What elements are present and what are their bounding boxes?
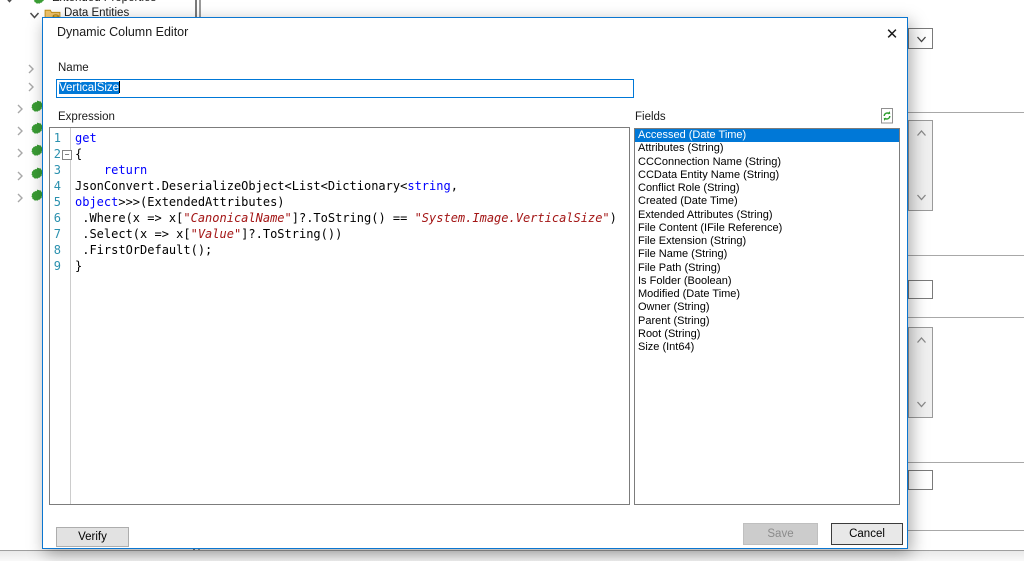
chevron-down-icon[interactable]	[4, 0, 15, 5]
field-list-item[interactable]: Created (Date Time)	[635, 195, 899, 208]
splitter[interactable]	[199, 0, 201, 17]
text-field[interactable]	[908, 280, 933, 299]
chevron-right-icon[interactable]	[15, 193, 25, 203]
code-line: 8 .FirstOrDefault();	[50, 242, 629, 258]
tree-item-label[interactable]: Extended Properties	[52, 0, 156, 4]
field-list-item[interactable]: Attributes (String)	[635, 142, 899, 155]
field-list-item[interactable]: Parent (String)	[635, 315, 899, 328]
code-line: 4JsonConvert.DeserializeObject<List<Dict…	[50, 178, 629, 194]
refresh-fields-button[interactable]	[878, 107, 896, 125]
code-line: 1get	[50, 130, 629, 146]
field-list-item[interactable]: Size (Int64)	[635, 341, 899, 354]
background-band	[0, 551, 1024, 561]
field-list-item[interactable]: File Extension (String)	[635, 235, 899, 248]
chevron-right-icon[interactable]	[15, 126, 25, 136]
fold-collapse-icon[interactable]: −	[62, 150, 72, 160]
dialog-title: Dynamic Column Editor	[57, 25, 188, 39]
fields-listbox[interactable]: Accessed (Date Time)Attributes (String)C…	[634, 128, 900, 505]
expression-editor[interactable]: 1get2−{3 return4JsonConvert.DeserializeO…	[49, 127, 630, 505]
code-line: 5object>>>(ExtendedAttributes)	[50, 194, 629, 210]
close-icon[interactable]: ✕	[881, 24, 903, 46]
field-list-item[interactable]: Is Folder (Boolean)	[635, 275, 899, 288]
chevron-up-icon[interactable]	[916, 129, 927, 138]
refresh-icon	[878, 107, 896, 125]
chevron-right-icon[interactable]	[15, 148, 25, 158]
expression-label: Expression	[58, 111, 115, 123]
field-list-item[interactable]: File Name (String)	[635, 248, 899, 261]
chevron-down-icon[interactable]	[916, 193, 927, 202]
combobox-dropdown-button[interactable]	[908, 28, 933, 49]
code-line: 2−{	[50, 146, 629, 162]
code-line: 9}	[50, 258, 629, 274]
save-button[interactable]: Save	[743, 523, 818, 545]
name-input[interactable]: VerticalSize	[56, 79, 634, 98]
chevron-right-icon[interactable]	[15, 171, 25, 181]
name-label: Name	[58, 62, 89, 74]
field-list-item[interactable]: Extended Attributes (String)	[635, 209, 899, 222]
chevron-up-icon[interactable]	[916, 336, 927, 345]
text-caret	[119, 81, 120, 93]
field-list-item[interactable]: CCConnection Name (String)	[635, 156, 899, 169]
field-list-item[interactable]: CCData Entity Name (String)	[635, 169, 899, 182]
field-list-item[interactable]: File Content (IFile Reference)	[635, 222, 899, 235]
chevron-down-icon	[916, 35, 927, 44]
field-list-item[interactable]: Owner (String)	[635, 301, 899, 314]
tree-collapsed-row[interactable]	[26, 82, 36, 92]
code-line: 7 .Select(x => x["Value"]?.ToString())	[50, 226, 629, 242]
tree-collapsed-row[interactable]	[26, 64, 36, 74]
divider	[908, 462, 1024, 463]
chevron-right-icon[interactable]	[15, 104, 25, 114]
scrollbar[interactable]	[908, 120, 933, 211]
divider	[908, 317, 1024, 318]
code-line: 3 return	[50, 162, 629, 178]
field-list-item[interactable]: Conflict Role (String)	[635, 182, 899, 195]
fields-label: Fields	[635, 111, 666, 123]
field-list-item[interactable]: Modified (Date Time)	[635, 288, 899, 301]
chevron-down-icon[interactable]	[29, 10, 40, 21]
text-field[interactable]	[908, 470, 933, 490]
field-list-item[interactable]: File Path (String)	[635, 262, 899, 275]
field-list-item[interactable]: Root (String)	[635, 328, 899, 341]
name-value: VerticalSize	[59, 82, 119, 94]
divider	[908, 530, 1024, 531]
splitter[interactable]	[195, 0, 197, 17]
verify-button[interactable]: Verify	[56, 527, 129, 547]
dynamic-column-editor-dialog: Dynamic Column Editor ✕ Name VerticalSiz…	[42, 17, 908, 549]
code-editor-lines: 1get2−{3 return4JsonConvert.DeserializeO…	[50, 130, 629, 274]
scrollbar[interactable]	[908, 327, 933, 418]
divider	[908, 255, 1024, 256]
divider	[908, 112, 1024, 113]
cancel-button[interactable]: Cancel	[831, 523, 903, 545]
code-line: 6 .Where(x => x["CanonicalName"]?.ToStri…	[50, 210, 629, 226]
field-list-item[interactable]: Accessed (Date Time)	[635, 129, 899, 142]
chevron-down-icon[interactable]	[916, 400, 927, 409]
